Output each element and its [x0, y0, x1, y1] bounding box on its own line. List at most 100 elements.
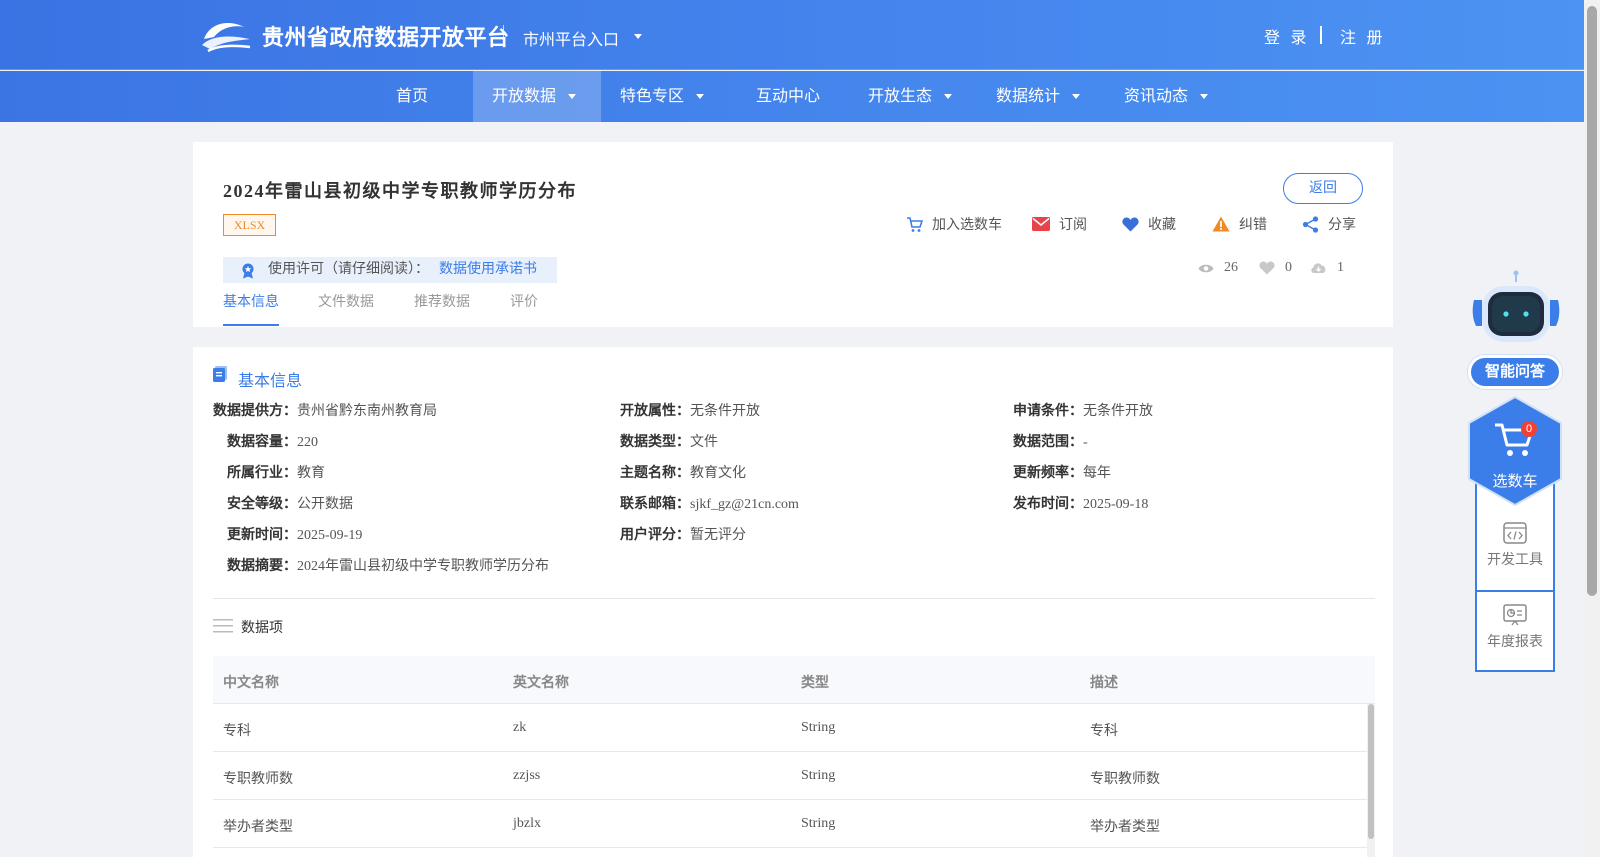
- table-cell: 专科: [1090, 724, 1118, 739]
- table-cell: 举办者类型: [1090, 820, 1160, 835]
- award-icon: [242, 263, 254, 279]
- register-link[interactable]: 注 册: [1340, 24, 1385, 48]
- column-header: 英文名称: [513, 676, 569, 691]
- add-to-cart-button[interactable]: 加入选数车: [906, 214, 1002, 234]
- top-header: 贵州省政府数据开放平台 市州平台入口 登 录 注 册: [0, 0, 1584, 70]
- license-text: 使用许可（请仔细阅读）：: [268, 262, 429, 277]
- table-scrollbar[interactable]: [1367, 704, 1375, 857]
- nav-home[interactable]: 首页: [396, 71, 428, 122]
- main-nav: 首页 开放数据 特色专区 互动中心 开放生态 数据统计 资讯动态: [0, 71, 1584, 122]
- table-scrollbar-thumb[interactable]: [1368, 704, 1374, 839]
- document-icon: [213, 366, 227, 382]
- cloud-download-icon: [1311, 263, 1326, 273]
- share-icon: [1302, 215, 1319, 233]
- field-apply-condition: 申请条件：无条件开放: [1013, 404, 1153, 419]
- table-cell: jbzlx: [513, 816, 541, 831]
- chevron-down-icon: [1200, 94, 1209, 100]
- annual-report-label: 年度报表: [1487, 635, 1543, 650]
- column-header: 描述: [1090, 676, 1118, 691]
- share-button[interactable]: 分享: [1302, 214, 1356, 234]
- tab-basic-info[interactable]: 基本信息: [223, 291, 279, 311]
- data-items-title: 数据项: [241, 621, 283, 636]
- table-row: 专科 zk String 专科: [213, 704, 1375, 752]
- nav-label: 开放生态: [868, 88, 933, 105]
- site-title[interactable]: 贵州省政府数据开放平台: [262, 20, 510, 52]
- back-button[interactable]: 返回: [1283, 173, 1363, 204]
- table-row: 专职教师数 zzjss String 专职教师数: [213, 752, 1375, 800]
- chevron-down-icon[interactable]: [634, 34, 642, 39]
- tab-rating[interactable]: 评价: [510, 291, 538, 311]
- favorite-button[interactable]: 收藏: [1122, 214, 1176, 234]
- format-badge: XLSX: [223, 214, 276, 236]
- table-cell: 举办者类型: [223, 820, 293, 835]
- nav-label: 互动中心: [756, 88, 821, 105]
- robot-assistant-icon[interactable]: [1470, 270, 1562, 350]
- field-provider: 数据提供方：贵州省黔东南州教育局: [213, 404, 437, 419]
- annual-report-button[interactable]: 年度报表: [1477, 604, 1553, 651]
- like-count-value: 0: [1285, 260, 1292, 275]
- dataset-title: 2024年雷山县初级中学专职教师学历分布: [223, 181, 577, 201]
- ai-assistant-button[interactable]: 智能问答: [1468, 355, 1562, 389]
- view-count: 26: [1198, 260, 1238, 276]
- field-industry: 所属行业：教育: [227, 466, 325, 481]
- field-update-frequency: 更新频率：每年: [1013, 466, 1111, 481]
- table-row: 举办者类型 jbzlx String 举办者类型: [213, 800, 1375, 848]
- side-divider: [1477, 590, 1553, 592]
- basic-info-card: 基本信息 数据提供方：贵州省黔东南州教育局 开放属性：无条件开放 申请条件：无条…: [193, 347, 1393, 857]
- table-cell: zzjss: [513, 768, 541, 783]
- cart-label[interactable]: 选数车: [1465, 470, 1565, 491]
- tab-recommended[interactable]: 推荐数据: [414, 291, 470, 311]
- view-count-value: 26: [1224, 260, 1238, 275]
- table-cell: 专职教师数: [1090, 772, 1160, 787]
- chevron-down-icon: [1072, 94, 1081, 100]
- platform-logo-icon: [202, 23, 251, 53]
- column-header: 类型: [801, 676, 829, 691]
- page-scrollbar[interactable]: [1584, 0, 1600, 857]
- nav-open-data[interactable]: 开放数据: [473, 71, 601, 122]
- nav-news[interactable]: 资讯动态: [1124, 71, 1209, 122]
- field-topic: 主题名称：教育文化: [620, 466, 746, 481]
- report-error-button[interactable]: 纠错: [1212, 214, 1267, 234]
- field-open-attribute: 开放属性：无条件开放: [620, 404, 760, 419]
- license-agreement-link[interactable]: 数据使用承诺书: [439, 257, 537, 283]
- table-cell: 专科: [223, 724, 251, 739]
- field-capacity: 数据容量：220: [227, 435, 318, 450]
- dataset-header-card: 2024年雷山县初级中学专职教师学历分布 XLSX 返回 加入选数车 订阅 收藏…: [193, 142, 1393, 327]
- table-cell: 专职教师数: [223, 772, 293, 787]
- table-cell: String: [801, 816, 836, 831]
- dev-tools-button[interactable]: 开发工具: [1477, 522, 1553, 569]
- login-link[interactable]: 登 录: [1264, 24, 1309, 48]
- nav-label: 开放数据: [492, 88, 557, 105]
- nav-label: 数据统计: [996, 88, 1061, 105]
- eye-icon: [1198, 264, 1214, 272]
- nav-interaction[interactable]: 互动中心: [756, 71, 820, 122]
- list-icon: [213, 619, 233, 633]
- heart-icon: [1122, 217, 1139, 231]
- field-data-type: 数据类型：文件: [620, 435, 718, 450]
- nav-label: 特色专区: [620, 88, 685, 105]
- cart-icon: [907, 216, 923, 232]
- field-security-level: 安全等级：公开数据: [227, 497, 353, 512]
- nav-special-zone[interactable]: 特色专区: [620, 71, 705, 122]
- code-icon: [1503, 522, 1527, 544]
- table-cell: String: [801, 720, 836, 735]
- field-update-time: 更新时间：2025-09-19: [227, 528, 363, 543]
- cart-label: 加入选数车: [932, 218, 1002, 233]
- nav-ecosystem[interactable]: 开放生态: [868, 71, 953, 122]
- field-summary: 数据摘要：2024年雷山县初级中学专职教师学历分布: [227, 559, 549, 574]
- chevron-down-icon: [696, 94, 705, 100]
- share-label: 分享: [1328, 218, 1356, 233]
- page-scrollbar-thumb[interactable]: [1587, 6, 1597, 596]
- field-contact-email: 联系邮箱：sjkf_gz@21cn.com: [620, 497, 799, 512]
- nav-statistics[interactable]: 数据统计: [996, 71, 1081, 122]
- favorite-label: 收藏: [1148, 218, 1176, 233]
- tab-file-data[interactable]: 文件数据: [318, 291, 374, 311]
- report-board-icon: [1503, 604, 1527, 626]
- chevron-down-icon: [944, 94, 953, 100]
- city-platform-entry[interactable]: 市州平台入口: [523, 26, 619, 50]
- cart-count-badge: 0: [1521, 421, 1537, 437]
- subscribe-button[interactable]: 订阅: [1032, 214, 1087, 234]
- report-label: 纠错: [1239, 218, 1267, 233]
- table-cell: String: [801, 768, 836, 783]
- nav-label: 首页: [396, 88, 429, 105]
